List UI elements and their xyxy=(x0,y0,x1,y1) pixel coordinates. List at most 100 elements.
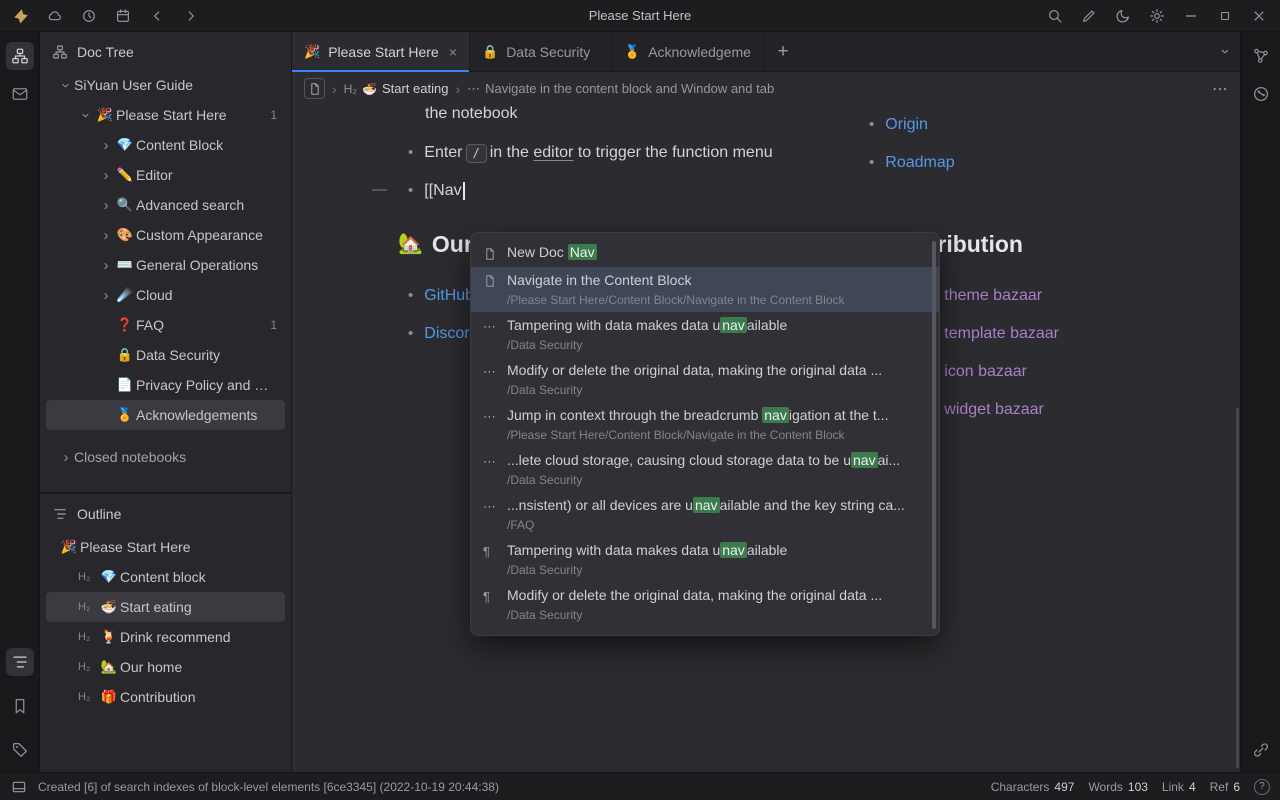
theme-moon-icon[interactable] xyxy=(1114,7,1132,25)
chevron-right-icon[interactable]: › xyxy=(98,228,114,243)
doc-faq[interactable]: ❓ FAQ 1 xyxy=(46,310,285,340)
graph-icon[interactable] xyxy=(1247,42,1275,70)
popup-item-new-doc[interactable]: New Doc Nav xyxy=(471,238,939,267)
file-tree-dock-icon[interactable] xyxy=(6,42,34,70)
popup-item-result[interactable]: ⋯ ...lete cloud storage, causing cloud s… xyxy=(471,447,939,492)
doc-advanced-search[interactable]: › 🔍 Advanced search xyxy=(46,190,285,220)
breadcrumb-heading-start-eating[interactable]: H₂ 🍜 Start eating xyxy=(344,81,449,96)
theme-bazaar-link[interactable]: theme bazaar xyxy=(944,284,1042,308)
block-gutter-handle[interactable]: — xyxy=(372,181,387,198)
list-item-roadmap[interactable]: • Roadmap xyxy=(869,151,955,175)
more-options-icon[interactable]: ⋯ xyxy=(1212,79,1228,99)
sync-cloud-icon[interactable] xyxy=(46,7,64,25)
widget-bazaar-link[interactable]: widget bazaar xyxy=(944,398,1044,422)
list-item-typing[interactable]: • [[Nav xyxy=(408,179,465,203)
tab-list-chevron-icon[interactable]: › xyxy=(1223,32,1228,71)
doc-content-block[interactable]: › 💎 Content Block xyxy=(46,130,285,160)
outline-emoji-icon: 🍹 xyxy=(98,629,120,645)
settings-gear-icon[interactable] xyxy=(1148,7,1166,25)
doc-data-security[interactable]: 🔒 Data Security xyxy=(46,340,285,370)
doc-custom-appearance[interactable]: › 🎨 Custom Appearance xyxy=(46,220,285,250)
popup-item-result[interactable]: ⋯ ...nsistent) or all devices are unavai… xyxy=(471,492,939,537)
popup-item-result[interactable]: ⋯ Modify or delete the original data, ma… xyxy=(471,357,939,402)
backlinks-link-icon[interactable] xyxy=(1247,736,1275,764)
data-history-icon[interactable] xyxy=(80,7,98,25)
outline-item-root[interactable]: 🎉 Please Start Here xyxy=(46,532,285,562)
outline-dock-icon[interactable] xyxy=(6,648,34,676)
list-item-widget-bazaar[interactable]: • widget bazaar xyxy=(928,398,1044,422)
search-icon[interactable] xyxy=(1046,7,1064,25)
editor-ref-link[interactable]: editor xyxy=(533,141,573,165)
bookmark-icon[interactable] xyxy=(6,692,34,720)
doc-cloud[interactable]: › ☄️ Cloud xyxy=(46,280,285,310)
chevron-right-icon[interactable]: › xyxy=(98,288,114,303)
app-logo-icon[interactable] xyxy=(12,7,30,25)
help-icon[interactable]: ? xyxy=(1254,779,1270,795)
minimize-icon[interactable] xyxy=(1182,7,1200,25)
heading-level-tag: H₂ xyxy=(78,601,98,613)
roadmap-link[interactable]: Roadmap xyxy=(885,151,954,175)
list-item-discord[interactable]: • Discord xyxy=(408,322,479,346)
outline-item-our-home[interactable]: H₂ 🏡 Our home xyxy=(46,652,285,682)
doc-label: Data Security xyxy=(136,347,277,363)
popup-item-navigate-doc[interactable]: Navigate in the Content Block /Please St… xyxy=(471,267,939,312)
origin-link[interactable]: Origin xyxy=(885,113,928,137)
tag-icon[interactable] xyxy=(6,736,34,764)
new-tab-button[interactable]: + xyxy=(764,32,802,71)
outline-item-drink-recommend[interactable]: H₂ 🍹 Drink recommend xyxy=(46,622,285,652)
maximize-icon[interactable] xyxy=(1216,7,1234,25)
outline-item-content-block[interactable]: H₂ 💎 Content block xyxy=(46,562,285,592)
inbox-mail-icon[interactable] xyxy=(6,80,34,108)
go-back-icon[interactable] xyxy=(148,7,166,25)
template-bazaar-link[interactable]: template bazaar xyxy=(944,322,1059,346)
github-link[interactable]: GitHub xyxy=(424,284,474,308)
chevron-right-icon[interactable]: › xyxy=(98,168,114,183)
doc-general-operations[interactable]: › ⌨️ General Operations xyxy=(46,250,285,280)
chevron-right-icon[interactable]: › xyxy=(98,258,114,273)
list-item-theme-bazaar[interactable]: • theme bazaar xyxy=(928,284,1042,308)
tab-data-security[interactable]: 🔒 Data Security xyxy=(470,32,612,71)
editor-scrollbar[interactable] xyxy=(1236,408,1239,768)
list-item-origin[interactable]: • Origin xyxy=(869,113,928,137)
list-item-github[interactable]: • GitHub xyxy=(408,284,474,308)
tab-please-start-here[interactable]: 🎉 Please Start Here × xyxy=(292,32,470,71)
list-item-icon: ⋯ xyxy=(483,408,507,425)
doc-label: FAQ xyxy=(136,317,264,333)
dock-toggle-icon[interactable] xyxy=(10,778,28,796)
list-item-template-bazaar[interactable]: • template bazaar xyxy=(928,322,1059,346)
popup-item-result[interactable]: ¶ Modify or delete the original data, ma… xyxy=(471,582,939,627)
edit-mode-pencil-icon[interactable] xyxy=(1080,7,1098,25)
outline-item-start-eating[interactable]: H₂ 🍜 Start eating xyxy=(46,592,285,622)
list-item-slash-tip[interactable]: • Enter / in the editor to trigger the f… xyxy=(408,141,773,165)
popup-scrollbar[interactable] xyxy=(932,241,936,629)
outline-header[interactable]: Outline xyxy=(40,496,291,532)
tab-acknowledgements[interactable]: 🏅 Acknowledgements xyxy=(612,32,764,71)
chevron-right-icon[interactable]: › xyxy=(98,138,114,153)
chevron-down-icon[interactable]: › xyxy=(79,107,94,123)
doc-privacy-policy[interactable]: 📄 Privacy Policy and User Agreement xyxy=(46,370,285,400)
outline-item-contribution[interactable]: H₂ 🎁 Contribution xyxy=(46,682,285,712)
closed-notebooks[interactable]: › Closed notebooks xyxy=(46,442,285,472)
breadcrumb-block[interactable]: ⋯ Navigate in the content block and Wind… xyxy=(467,81,774,97)
global-graph-icon[interactable] xyxy=(1247,80,1275,108)
close-window-icon[interactable] xyxy=(1250,7,1268,25)
chevron-right-icon[interactable]: › xyxy=(58,450,74,465)
chevron-down-icon[interactable]: › xyxy=(59,77,74,93)
paragraph-tail[interactable]: the notebook xyxy=(425,105,518,123)
breadcrumb-doc-icon[interactable] xyxy=(304,78,325,99)
notebook-siyuan-user-guide[interactable]: › SiYuan User Guide xyxy=(46,70,285,100)
chevron-right-icon[interactable]: › xyxy=(98,198,114,213)
doc-please-start-here[interactable]: › 🎉 Please Start Here 1 xyxy=(46,100,285,130)
popup-item-result[interactable]: ⋯ Jump in context through the breadcrumb… xyxy=(471,402,939,447)
paragraph-icon: ¶ xyxy=(483,543,507,560)
tab-close-icon[interactable]: × xyxy=(449,44,457,60)
list-item-icon-bazaar[interactable]: • icon bazaar xyxy=(928,360,1027,384)
icon-bazaar-link[interactable]: icon bazaar xyxy=(944,360,1027,384)
daily-note-calendar-icon[interactable] xyxy=(114,7,132,25)
go-forward-icon[interactable] xyxy=(182,7,200,25)
doc-editor[interactable]: › ✏️ Editor xyxy=(46,160,285,190)
doc-tree-header[interactable]: Doc Tree xyxy=(40,34,291,70)
doc-acknowledgements[interactable]: 🏅 Acknowledgements xyxy=(46,400,285,430)
popup-item-result[interactable]: ¶ Tampering with data makes data unavail… xyxy=(471,537,939,582)
popup-item-result[interactable]: ⋯ Tampering with data makes data unavail… xyxy=(471,312,939,357)
